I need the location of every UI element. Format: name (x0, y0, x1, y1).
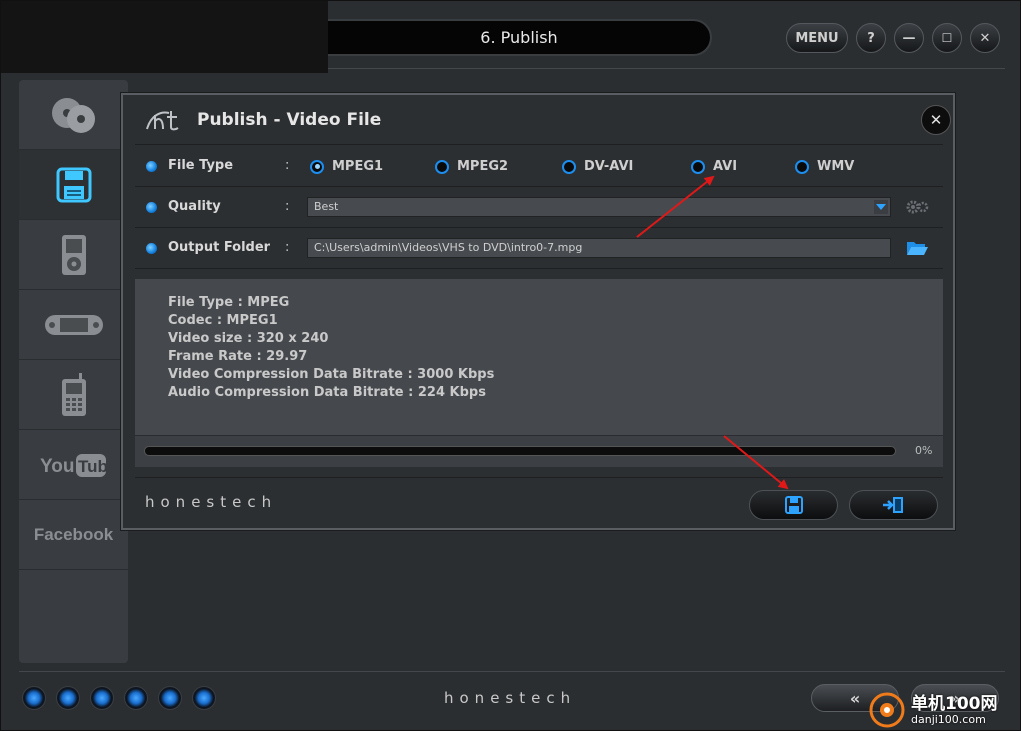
svg-text:Tube: Tube (78, 457, 110, 476)
info-audio-bitrate: Audio Compression Data Bitrate : 224 Kbp… (168, 385, 486, 400)
step-indicator-1[interactable] (22, 686, 46, 710)
disc-icon (51, 97, 95, 133)
quality-value: Best (314, 200, 339, 213)
radio-dv-avi[interactable]: DV-AVI (562, 159, 633, 174)
bullet-icon (146, 202, 157, 213)
file-type-row: File Type : MPEG1 MPEG2 DV-AVI AVI WMV (135, 146, 943, 187)
watermark-logo-icon (869, 692, 905, 728)
sidebar-item-ipod[interactable] (19, 220, 128, 290)
progress-percent: 0% (915, 444, 933, 457)
bottom-divider (19, 671, 1005, 672)
info-frame-rate: Frame Rate : 29.97 (168, 349, 308, 364)
mobile-phone-icon (61, 372, 86, 416)
info-video-bitrate: Video Compression Data Bitrate : 3000 Kb… (168, 367, 495, 382)
help-button[interactable]: ? (856, 23, 886, 53)
radio-mpeg1[interactable]: MPEG1 (310, 159, 383, 174)
info-video-size: Video size : 320 x 240 (168, 331, 329, 346)
sidebar-item-facebook[interactable]: Facebook (19, 500, 128, 570)
top-divider (328, 68, 1005, 69)
quality-label: Quality (168, 199, 221, 214)
bullet-icon (146, 243, 157, 254)
sidebar-item-video-file[interactable] (19, 150, 128, 220)
maximize-button[interactable]: ☐ (932, 23, 962, 53)
dialog-footer: honestech (135, 477, 943, 527)
output-folder-input[interactable]: C:\Users\admin\Videos\VHS to DVD\intro0-… (307, 238, 891, 258)
watermark: 单机100网 danji100.com (869, 688, 1020, 730)
exit-door-icon (882, 497, 903, 513)
step-indicator-2[interactable] (56, 686, 80, 710)
radio-mpeg2[interactable]: MPEG2 (435, 159, 508, 174)
progress-bar (144, 446, 896, 456)
honestech-brand: honestech (145, 493, 278, 511)
watermark-url: danji100.com (911, 712, 986, 726)
radio-mpeg2-label: MPEG2 (457, 159, 509, 174)
save-button[interactable] (749, 490, 838, 520)
honestech-brand-bottom: honestech (444, 689, 577, 707)
dropdown-arrow-icon[interactable] (874, 200, 888, 214)
dialog-header: Publish - Video File ✕ (135, 95, 951, 145)
progress-area: 0% (135, 435, 943, 467)
info-panel: File Type : MPEG Codec : MPEG1 Video siz… (135, 279, 943, 451)
open-folder-icon[interactable] (905, 238, 929, 258)
radio-avi[interactable]: AVI (691, 159, 737, 174)
facebook-logo: Facebook (33, 524, 114, 544)
radio-dv-avi-label: DV-AVI (584, 159, 634, 174)
radio-icon (795, 159, 809, 174)
save-icon (784, 496, 803, 514)
sidebar-item-youtube[interactable]: You Tube (19, 430, 128, 500)
dialog-title: Publish - Video File (197, 109, 382, 130)
floppy-disk-icon (56, 167, 91, 202)
output-folder-label: Output Folder (168, 240, 271, 255)
exit-button[interactable] (849, 490, 938, 520)
sidebar-item-psp[interactable] (19, 290, 128, 360)
radio-mpeg1-label: MPEG1 (332, 159, 384, 174)
radio-icon (435, 159, 449, 174)
radio-avi-label: AVI (713, 159, 738, 174)
watermark-text: 单机100网 danji100.com (911, 695, 998, 726)
menu-button[interactable]: MENU (786, 23, 848, 53)
step-indicator-3[interactable] (90, 686, 114, 710)
dialog-close-button[interactable]: ✕ (921, 105, 951, 135)
step-indicator-6[interactable] (192, 686, 216, 710)
sidebar-item-mobile[interactable] (19, 360, 128, 430)
colon: : (285, 158, 290, 173)
file-type-label: File Type (168, 158, 234, 173)
publish-dialog: Publish - Video File ✕ File Type : MPEG1… (121, 93, 955, 530)
bullet-icon (146, 161, 157, 172)
svg-text:You: You (40, 456, 74, 477)
info-file-type: File Type : MPEG (168, 295, 290, 310)
step-title-bar: 6. Publish (328, 19, 712, 56)
info-lines: File Type : MPEG Codec : MPEG1 Video siz… (168, 295, 494, 403)
radio-wmv-label: WMV (817, 159, 855, 174)
step-title: 6. Publish (480, 28, 558, 47)
info-codec: Codec : MPEG1 (168, 313, 278, 328)
youtube-logo: You Tube (40, 453, 110, 477)
radio-icon (562, 159, 576, 174)
close-button[interactable]: ✕ (970, 23, 1000, 53)
top-left-black-area (1, 1, 328, 73)
minimize-button[interactable]: — (894, 23, 924, 53)
quality-row: Quality : Best (135, 187, 943, 228)
sidebar: You Tube Facebook (19, 80, 128, 663)
radio-icon (691, 159, 705, 174)
step-indicator-5[interactable] (158, 686, 182, 710)
colon: : (285, 199, 290, 214)
ipod-icon (61, 234, 86, 275)
psp-icon (44, 314, 103, 335)
output-folder-row: Output Folder : C:\Users\admin\Videos\VH… (135, 228, 943, 269)
sidebar-item-disc[interactable] (19, 80, 128, 150)
step-indicator-4[interactable] (124, 686, 148, 710)
radio-wmv[interactable]: WMV (795, 159, 854, 174)
honestech-logo-icon (146, 110, 179, 130)
watermark-title: 单机100网 (911, 693, 998, 714)
quality-select[interactable]: Best (307, 197, 891, 217)
colon: : (285, 240, 290, 255)
radio-selected-icon (310, 159, 324, 174)
settings-gears-icon[interactable] (905, 198, 929, 216)
app-window: 6. Publish MENU ? — ☐ ✕ You Tub Facebook… (0, 0, 1021, 731)
